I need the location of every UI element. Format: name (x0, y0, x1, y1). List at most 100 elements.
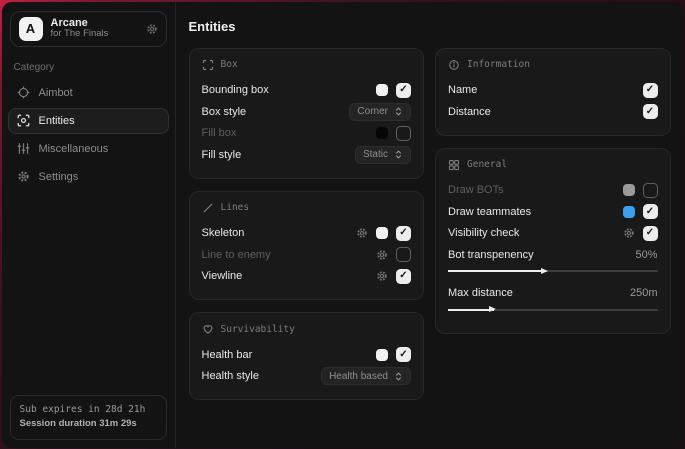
viewline-checkbox[interactable] (396, 269, 411, 284)
line-to-enemy-settings-gear-icon[interactable] (376, 249, 388, 261)
bounding-box-label: Bounding box (202, 84, 377, 96)
viewline-row: Viewline (202, 266, 412, 288)
box-style-row: Box style Corner (202, 101, 412, 123)
draw-bots-label: Draw BOTs (448, 184, 623, 196)
general-card-header: General (448, 159, 658, 171)
sidebar-item-entities[interactable]: Entities (8, 108, 169, 134)
box-icon (202, 59, 214, 71)
skeleton-label: Skeleton (202, 227, 357, 239)
sidebar-item-settings[interactable]: Settings (8, 164, 169, 190)
line-to-enemy-checkbox[interactable] (396, 247, 411, 262)
chevrons-up-down-icon (394, 372, 403, 381)
bot-transparency-value: 50% (635, 249, 657, 261)
subscription-status-card: Sub expires in 28d 21h Session duration … (10, 395, 167, 440)
draw-teammates-label: Draw teammates (448, 206, 623, 218)
box-card-title: Box (221, 59, 238, 70)
name-checkbox[interactable] (643, 83, 658, 98)
health-bar-label: Health bar (202, 349, 377, 361)
name-row: Name (448, 80, 658, 102)
sidebar-item-aimbot[interactable]: Aimbot (8, 80, 169, 106)
skeleton-settings-gear-icon[interactable] (356, 227, 368, 239)
survivability-card-title: Survivability (221, 324, 295, 335)
skeleton-color-swatch[interactable] (376, 227, 388, 239)
right-column: Information Name Distance (435, 48, 671, 335)
slider-thumb-arrow[interactable] (541, 268, 548, 274)
fill-style-value: Static (363, 149, 388, 160)
draw-bots-row: Draw BOTs (448, 180, 658, 202)
sidebar: A Arcane for The Finals Category (2, 2, 176, 448)
fill-box-checkbox[interactable] (396, 126, 411, 141)
lines-card-title: Lines (221, 202, 250, 213)
box-card-header: Box (202, 59, 412, 71)
gear-icon (17, 170, 30, 183)
name-label: Name (448, 84, 643, 96)
health-bar-checkbox[interactable] (396, 347, 411, 362)
viewline-label: Viewline (202, 270, 377, 282)
health-style-dropdown[interactable]: Health based (321, 367, 411, 385)
left-column: Box Bounding box Box style Cor (189, 48, 425, 401)
fill-box-row: Fill box (202, 123, 412, 145)
max-distance-label: Max distance (448, 287, 630, 299)
sidebar-item-label: Miscellaneous (39, 143, 109, 155)
draw-bots-checkbox[interactable] (643, 183, 658, 198)
fill-box-color-swatch[interactable] (376, 127, 388, 139)
information-card: Information Name Distance (435, 48, 671, 136)
bot-transparency-slider[interactable] (448, 267, 658, 276)
visibility-check-label: Visibility check (448, 227, 623, 239)
logo-text: Arcane for The Finals (51, 17, 138, 41)
sidebar-item-label: Aimbot (39, 87, 73, 99)
session-duration-text: Session duration 31m 29s (20, 417, 157, 431)
line-to-enemy-label: Line to enemy (202, 249, 377, 261)
main-content: Entities Box Bounding box (176, 2, 684, 448)
information-card-title: Information (467, 59, 530, 70)
skeleton-checkbox[interactable] (396, 226, 411, 241)
grid-icon (448, 159, 460, 171)
sub-expires-text: Sub expires in 28d 21h (20, 403, 157, 417)
sidebar-item-label: Entities (39, 115, 75, 127)
health-style-value: Health based (329, 371, 388, 382)
max-distance-value: 250m (630, 287, 658, 299)
survivability-card: Survivability Health bar Health style (189, 312, 425, 400)
health-style-label: Health style (202, 370, 322, 382)
bot-transparency-slider-fill (448, 270, 546, 272)
bot-transparency-row: Bot transpenency 50% (448, 244, 658, 266)
bounding-box-checkbox[interactable] (396, 83, 411, 98)
general-card: General Draw BOTs Draw teammates (435, 148, 671, 335)
visibility-check-checkbox[interactable] (643, 226, 658, 241)
distance-checkbox[interactable] (643, 104, 658, 119)
lines-card: Lines Skeleton (189, 191, 425, 301)
sidebar-item-label: Settings (39, 171, 79, 183)
box-style-value: Corner (357, 106, 388, 117)
visibility-check-settings-gear-icon[interactable] (623, 227, 635, 239)
fill-style-dropdown[interactable]: Static (355, 146, 411, 164)
distance-row: Distance (448, 101, 658, 123)
max-distance-slider[interactable] (448, 305, 658, 314)
box-style-dropdown[interactable]: Corner (349, 103, 411, 121)
app-subtitle: for The Finals (51, 29, 138, 40)
health-bar-color-swatch[interactable] (376, 349, 388, 361)
max-distance-slider-fill (448, 309, 494, 311)
fill-style-label: Fill style (202, 149, 355, 161)
sidebar-item-miscellaneous[interactable]: Miscellaneous (8, 136, 169, 162)
info-icon (448, 59, 460, 71)
slider-thumb-arrow[interactable] (489, 306, 496, 312)
draw-bots-color-swatch[interactable] (623, 184, 635, 196)
draw-teammates-checkbox[interactable] (643, 204, 658, 219)
sidebar-nav: Aimbot Entities Miscellaneous (2, 80, 175, 190)
heart-icon (202, 323, 214, 335)
box-card: Box Bounding box Box style Cor (189, 48, 425, 179)
general-card-title: General (467, 159, 507, 170)
line-to-enemy-row: Line to enemy (202, 244, 412, 266)
category-label: Category (14, 62, 163, 73)
distance-label: Distance (448, 106, 643, 118)
logo-gear-icon[interactable] (146, 23, 158, 35)
max-distance-row: Max distance 250m (448, 283, 658, 305)
health-style-row: Health style Health based (202, 366, 412, 388)
bounding-box-color-swatch[interactable] (376, 84, 388, 96)
chevrons-up-down-icon (394, 150, 403, 159)
draw-teammates-color-swatch[interactable] (623, 206, 635, 218)
bounding-box-row: Bounding box (202, 80, 412, 102)
viewline-settings-gear-icon[interactable] (376, 270, 388, 282)
sliders-icon (17, 142, 30, 155)
draw-teammates-row: Draw teammates (448, 201, 658, 223)
